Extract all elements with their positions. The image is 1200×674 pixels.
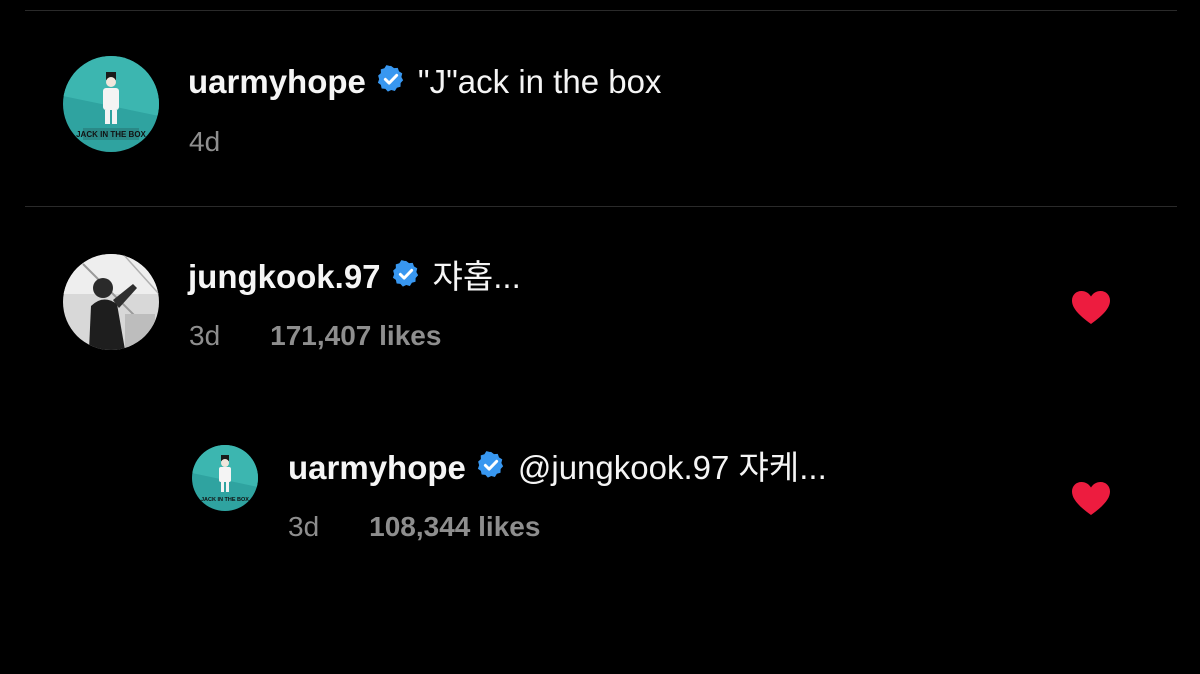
comment-line-1: jungkook.97 쟈홉... <box>188 259 521 294</box>
svg-text:JACK IN THE BOX: JACK IN THE BOX <box>76 130 146 139</box>
caption-time[interactable]: 4d <box>189 126 220 157</box>
verified-badge-icon <box>391 259 421 294</box>
like-heart-icon[interactable] <box>1071 481 1111 517</box>
comment-meta-1: 3d 171,407 likes <box>189 322 441 350</box>
verified-badge-icon <box>476 450 506 485</box>
comment-text-1: 쟈홉... <box>432 258 521 295</box>
svg-text:JACK IN THE BOX: JACK IN THE BOX <box>201 497 249 503</box>
comment-username-2[interactable]: uarmyhope <box>288 451 466 484</box>
comment-text-2: @jungkook.97 쟈케... <box>517 449 827 486</box>
reply-avatar-uarmyhope[interactable]: JACK IN THE BOX <box>192 445 258 511</box>
comment-likes-1[interactable]: 171,407 likes <box>270 320 441 351</box>
caption-text: "J"ack in the box <box>417 63 662 100</box>
caption-username[interactable]: uarmyhope <box>188 65 366 98</box>
comment-avatar-jungkook[interactable] <box>63 254 159 350</box>
comment-time-1[interactable]: 3d <box>189 320 220 351</box>
comment-username-1[interactable]: jungkook.97 <box>188 260 381 293</box>
verified-badge-icon <box>376 64 406 99</box>
comment-likes-2[interactable]: 108,344 likes <box>369 511 540 542</box>
top-divider <box>25 10 1177 11</box>
caption-line: uarmyhope "J"ack in the box <box>188 64 661 99</box>
comment-time-2[interactable]: 3d <box>288 511 319 542</box>
comment-meta-2: 3d 108,344 likes <box>288 513 540 541</box>
caption-avatar[interactable]: JACK IN THE BOX <box>63 56 159 152</box>
caption-meta: 4d <box>189 128 220 156</box>
section-divider <box>25 206 1177 207</box>
like-heart-icon[interactable] <box>1071 290 1111 326</box>
comment-line-2: uarmyhope @jungkook.97 쟈케... <box>288 450 827 485</box>
